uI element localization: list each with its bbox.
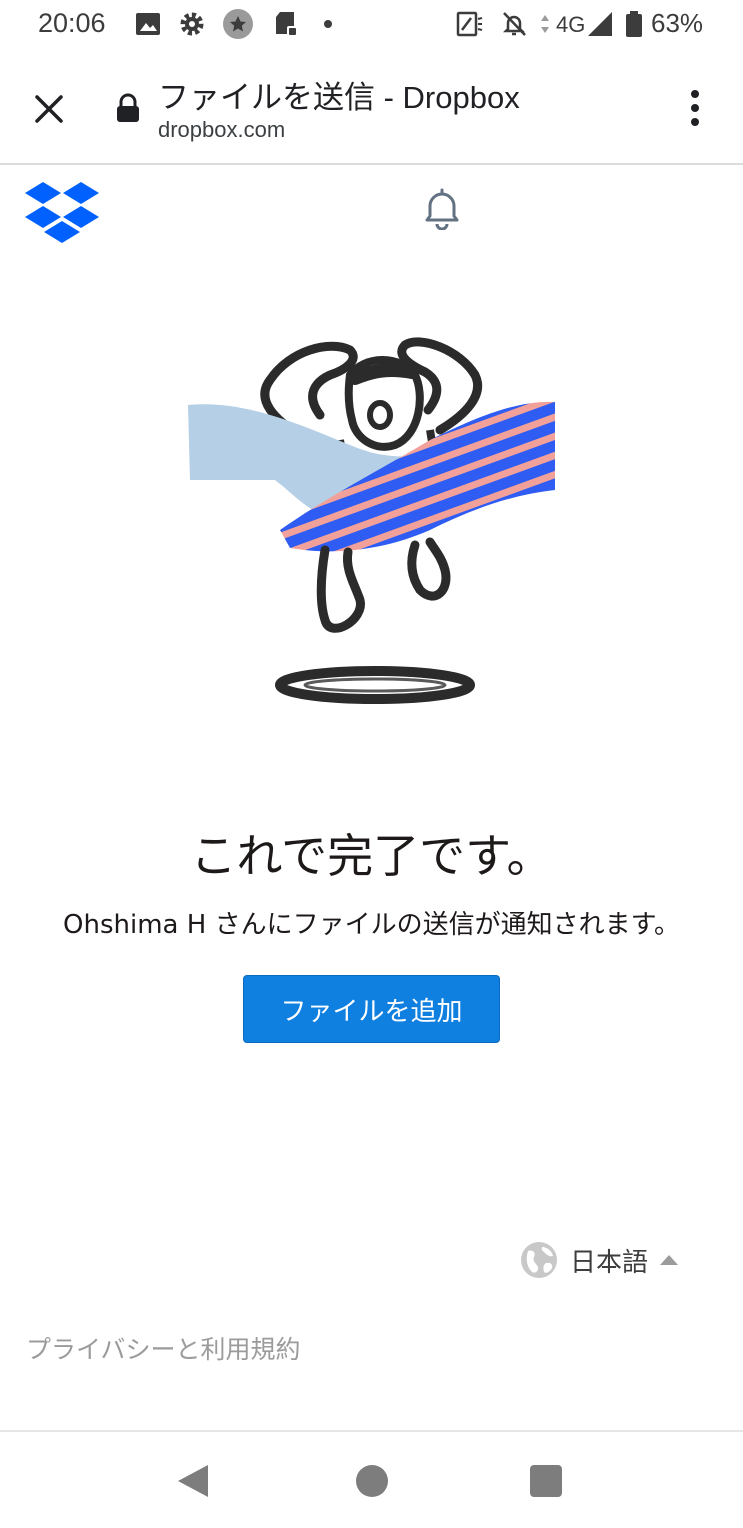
browser-toolbar: ファイルを送信 - Dropbox dropbox.com xyxy=(0,52,743,165)
battery-icon xyxy=(626,11,642,37)
dropbox-logo-icon[interactable] xyxy=(24,180,100,244)
star-badge-icon xyxy=(223,9,253,39)
battery-level: 63% xyxy=(651,8,704,38)
close-icon[interactable] xyxy=(28,88,70,130)
notification-message: Ohshima H さんにファイルの送信が通知されます。 xyxy=(63,910,680,940)
recents-icon[interactable] xyxy=(530,1465,562,1497)
nfc-icon xyxy=(456,11,483,37)
language-selector[interactable]: 日本語 xyxy=(520,1240,679,1280)
home-icon[interactable] xyxy=(356,1465,388,1497)
image-icon xyxy=(136,13,160,35)
signal-icon xyxy=(588,12,612,36)
more-vert-icon[interactable] xyxy=(680,86,710,130)
muted-bell-icon xyxy=(502,12,526,36)
privacy-terms-link[interactable]: プライバシーと利用規約 xyxy=(26,1330,301,1366)
system-nav-bar xyxy=(0,1430,743,1528)
caret-up-icon xyxy=(660,1255,679,1265)
completion-title: これで完了です。 xyxy=(190,829,553,883)
lock-icon xyxy=(117,93,139,122)
add-files-button[interactable]: ファイルを追加 xyxy=(243,975,500,1043)
page-title: ファイルを送信 - Dropbox xyxy=(158,80,520,115)
network-type: 4G xyxy=(556,12,586,37)
bell-icon[interactable] xyxy=(422,186,462,230)
back-icon[interactable] xyxy=(176,1463,210,1499)
page-url[interactable]: dropbox.com xyxy=(158,117,285,143)
status-time: 20:06 xyxy=(38,8,106,38)
jumping-person-banner-illustration xyxy=(188,337,555,704)
language-label: 日本語 xyxy=(570,1247,649,1278)
dot-icon xyxy=(324,20,332,28)
data-arrows-icon xyxy=(541,15,549,33)
sd-card-icon xyxy=(276,12,297,36)
globe-icon xyxy=(521,1242,557,1278)
gear-icon xyxy=(180,12,204,36)
status-bar: 20:06 4G 63% xyxy=(0,0,743,52)
